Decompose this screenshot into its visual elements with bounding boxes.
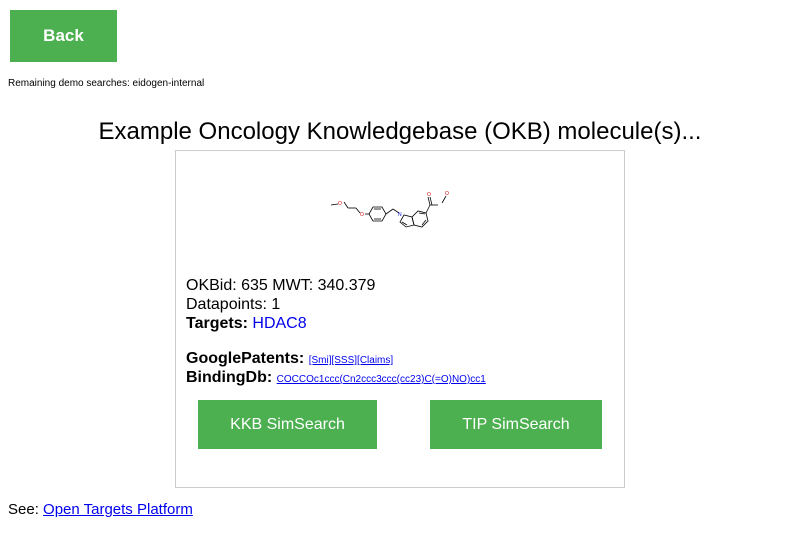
patents-smi-link[interactable]: [Smi] [309, 355, 332, 366]
back-button[interactable]: Back [10, 10, 117, 62]
patents-sss-link[interactable]: [SSS] [331, 355, 357, 366]
bindingdb-row: BindingDb: COCCOc1ccc(Cn2ccc3ccc(cc23)C(… [186, 368, 486, 389]
bindingdb-smiles-link[interactable]: COCCOc1ccc(Cn2ccc3ccc(cc23)C(=O)NO)cc1 [277, 374, 486, 385]
datapoints-text: Datapoints: 1 [186, 296, 281, 313]
patents-claims-link[interactable]: [Claims] [357, 355, 393, 366]
bindingdb-label: BindingDb: [186, 369, 273, 386]
remaining-searches-text: Remaining demo searches: eidogen-interna… [8, 78, 205, 89]
atom-label: O [338, 201, 342, 207]
atom-label: O [360, 212, 364, 218]
google-patents-label: GooglePatents: [186, 350, 305, 367]
google-patents-row: GooglePatents: [Smi][SSS][Claims] [186, 349, 393, 370]
atom-label: O [445, 191, 449, 197]
atom-label: O [427, 192, 431, 198]
footer-see: See: Open Targets Platform [8, 501, 193, 518]
see-label: See: [8, 501, 39, 518]
page-title: Example Oncology Knowledgebase (OKB) mol… [98, 118, 702, 145]
target-link-hdac8[interactable]: HDAC8 [252, 315, 306, 332]
molecule-card: O O N O O OKBid: 635 MWT: 340.379 Datapo… [175, 150, 625, 488]
open-targets-platform-link[interactable]: Open Targets Platform [43, 501, 193, 518]
atom-label: N [398, 212, 402, 218]
tip-simsearch-button[interactable]: TIP SimSearch [430, 400, 602, 449]
targets-row: Targets: HDAC8 [186, 314, 307, 333]
targets-label: Targets: [186, 315, 248, 332]
okbid-mwt-text: OKBid: 635 MWT: 340.379 [186, 277, 376, 294]
kkb-simsearch-button[interactable]: KKB SimSearch [198, 400, 377, 449]
molecule-structure-image: O O N O O [330, 191, 449, 228]
